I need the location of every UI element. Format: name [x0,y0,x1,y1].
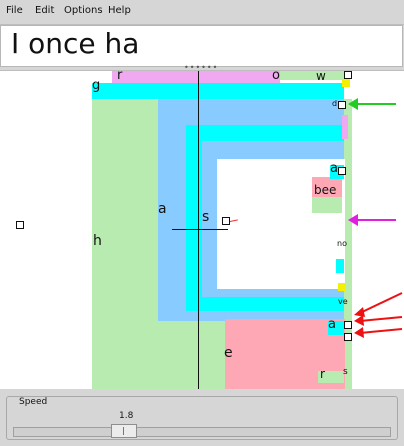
label-h: h [93,233,102,249]
menu-file[interactable]: File [6,5,23,16]
label-g: g [92,78,101,93]
label-a-left: a [158,201,167,217]
label-d-small: d [332,99,338,108]
green-region-o [280,71,344,80]
speed-slider-track[interactable] [13,427,391,437]
label-ve-small: ve [338,297,348,306]
label-e-bottom: e [224,345,233,361]
yellow-small-box [342,79,350,87]
magenta-region-r [112,71,280,83]
typed-text: I once ha [11,27,140,60]
magenta-small-strip [342,115,348,139]
speed-slider-handle[interactable] [111,424,137,438]
center-box [222,217,230,225]
speed-value: 1.8 [119,411,134,421]
menu-options[interactable]: Options [64,5,103,16]
menu-edit[interactable]: Edit [35,5,54,16]
cyan-region-g [92,83,344,99]
crosshair-vertical [198,71,199,389]
label-r-bottom: r [320,367,325,381]
label-r-top: r [117,68,123,83]
label-a-bottom: a [328,317,336,332]
label-s-mid: s [202,209,210,225]
speed-panel: Speed 1.8 [6,390,398,442]
label-no-small: no [337,239,347,248]
right-box-2 [338,101,346,109]
menu-help[interactable]: Help [108,5,131,16]
menu-bar: File Edit Options Help [0,0,404,25]
red-arrows-icon [354,292,403,338]
speed-group: Speed 1.8 [6,396,398,440]
cyan-bottom-strip [202,297,344,307]
magenta-arrow-icon [348,214,396,226]
left-box [16,221,24,229]
label-s-bottom: s [343,367,348,377]
label-w-top: w [316,69,326,83]
label-o-top: o [272,68,280,83]
right-box-1 [344,71,352,79]
label-a-right: a [330,161,338,176]
green-arrow-icon [348,98,396,110]
dasher-canvas[interactable]: g r o w h a s a bee e a r s d no ve [0,68,404,389]
speed-title: Speed [17,397,50,407]
crosshair-horizontal [172,229,228,230]
yellow-small-box-2 [338,283,346,291]
text-entry-field[interactable]: I once ha [0,25,403,67]
right-box-3 [338,167,346,175]
green-region-bee [312,197,342,213]
label-bee: bee [314,183,337,197]
cyan-small-strip [336,259,344,273]
